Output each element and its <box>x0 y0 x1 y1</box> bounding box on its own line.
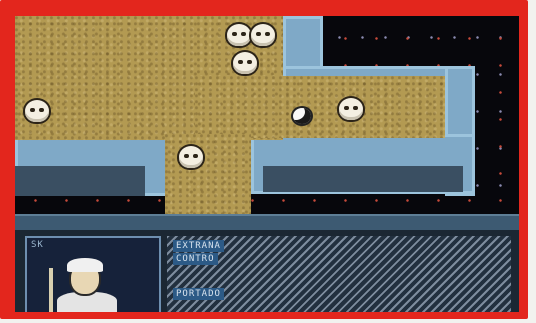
portrait-hair <box>67 258 103 272</box>
sand-floor <box>195 76 445 138</box>
hero-icon[interactable] <box>293 108 311 124</box>
game-screen[interactable]: SK EXTRANA CONTRO PORTADO <box>15 16 519 312</box>
character-portrait[interactable]: SK <box>25 236 161 312</box>
skull-enemy[interactable] <box>227 24 251 46</box>
staff-icon <box>49 268 53 312</box>
stats-panel: EXTRANA CONTRO PORTADO <box>167 236 511 312</box>
stat-line-3: PORTADO <box>173 288 224 300</box>
skull-enemy[interactable] <box>251 24 275 46</box>
stat-line-1: EXTRANA <box>173 240 224 252</box>
skull-enemy[interactable] <box>339 98 363 120</box>
wall-shadow <box>15 166 145 196</box>
skull-enemy[interactable] <box>25 100 49 122</box>
skull-enemy[interactable] <box>179 146 203 168</box>
wall-shadow <box>263 166 463 192</box>
portrait-label: SK <box>31 240 44 250</box>
skull-enemy[interactable] <box>233 52 257 74</box>
portrait-body <box>57 292 117 312</box>
stat-line-2: CONTRO <box>173 253 218 265</box>
hud-divider <box>15 214 519 230</box>
sand-floor <box>165 134 251 216</box>
